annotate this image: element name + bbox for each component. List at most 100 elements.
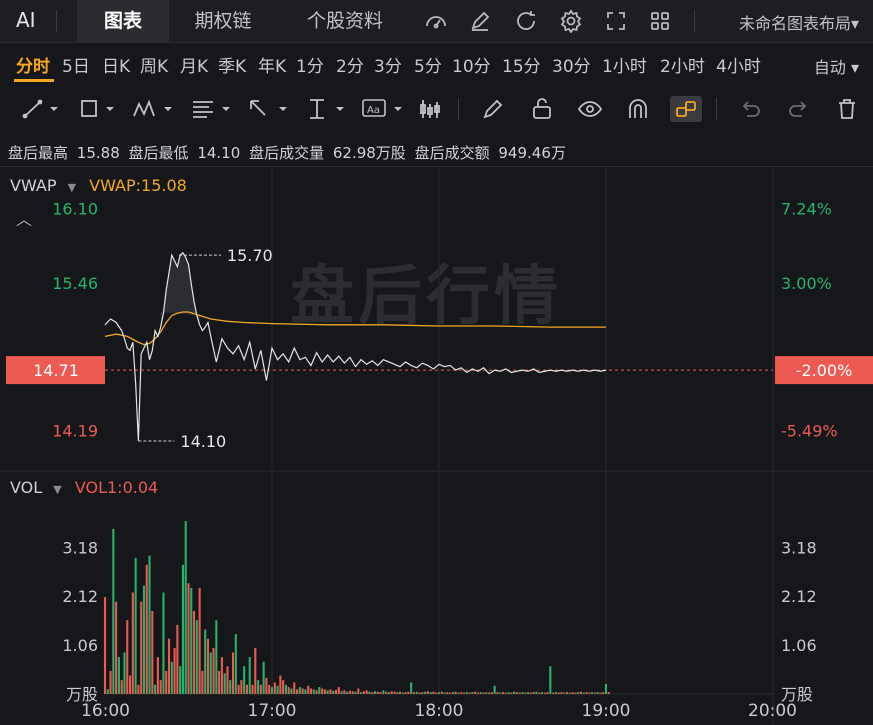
volume-bar bbox=[493, 685, 496, 694]
volume-bar bbox=[357, 688, 360, 694]
volume-bar bbox=[435, 692, 438, 694]
volume-bar bbox=[496, 692, 499, 694]
volume-bar bbox=[142, 585, 146, 694]
volume-bar bbox=[284, 684, 287, 694]
volume-bar bbox=[195, 620, 198, 694]
volume-bar bbox=[468, 692, 471, 694]
volume-bar bbox=[538, 692, 541, 694]
volume-bar bbox=[499, 692, 502, 694]
volume-bar bbox=[449, 692, 452, 694]
volume-bar bbox=[165, 670, 168, 694]
vol-y-tick-right: 2.12 bbox=[781, 587, 817, 606]
volume-bar bbox=[465, 692, 468, 694]
volume-bar bbox=[476, 692, 480, 694]
volume-bar bbox=[109, 670, 112, 694]
volume-bar bbox=[593, 692, 596, 694]
volume-bar bbox=[351, 691, 354, 694]
volume-bar bbox=[463, 692, 466, 694]
volume-bar bbox=[215, 620, 218, 694]
volume-bar bbox=[457, 692, 460, 694]
volume-bar bbox=[446, 692, 449, 694]
volume-bar bbox=[103, 597, 107, 694]
volume-bar bbox=[326, 690, 329, 694]
volume-bar bbox=[262, 661, 265, 694]
volume-bar bbox=[398, 691, 402, 694]
volume-bar bbox=[507, 692, 510, 694]
vol-y-tick-right: 3.18 bbox=[781, 538, 817, 557]
vol-unit-right: 万股 bbox=[781, 685, 813, 704]
volume-bar bbox=[510, 692, 513, 694]
y-tick-right: 7.24% bbox=[781, 200, 832, 219]
volume-bar bbox=[552, 692, 555, 694]
volume-bar bbox=[204, 629, 207, 694]
volume-bar bbox=[234, 634, 237, 694]
x-tick-label: 16:00 bbox=[81, 701, 130, 721]
volume-bar bbox=[270, 687, 274, 694]
volume-bar bbox=[218, 670, 221, 694]
volume-bar bbox=[318, 687, 321, 694]
y-tick-left: 14.19 bbox=[52, 422, 98, 441]
volume-bar bbox=[543, 692, 546, 694]
current-pct-label: -2.00% bbox=[796, 361, 853, 380]
volume-bar bbox=[454, 691, 457, 694]
volume-bar bbox=[424, 691, 427, 694]
volume-bar bbox=[229, 680, 232, 694]
x-tick-label: 19:00 bbox=[582, 701, 631, 721]
volume-bar bbox=[176, 624, 179, 694]
volume-bar bbox=[410, 682, 413, 694]
y-tick-left: 16.10 bbox=[52, 200, 98, 219]
volume-bar bbox=[479, 692, 482, 694]
volume-bar bbox=[301, 688, 304, 694]
volume-bar bbox=[179, 666, 182, 694]
volume-bar bbox=[385, 691, 388, 694]
volume-bar bbox=[332, 690, 335, 694]
vol-unit-left: 万股 bbox=[66, 685, 98, 704]
y-tick-right: -5.49% bbox=[781, 422, 838, 441]
volume-bar bbox=[156, 657, 159, 694]
volume-bar bbox=[237, 684, 240, 694]
volume-bar bbox=[571, 692, 574, 694]
volume-bar bbox=[226, 666, 229, 694]
volume-bar bbox=[268, 684, 271, 694]
volume-bar bbox=[362, 691, 365, 694]
volume-bar bbox=[443, 692, 446, 694]
volume-bar bbox=[371, 692, 374, 694]
volume-bar bbox=[415, 691, 418, 694]
volume-bar bbox=[591, 692, 594, 694]
volume-bar bbox=[323, 689, 326, 694]
volume-bar bbox=[187, 583, 190, 694]
volume-bar bbox=[488, 692, 491, 694]
volume-bar bbox=[532, 692, 535, 694]
volume-bar bbox=[471, 692, 474, 694]
volume-bar bbox=[184, 521, 187, 694]
volume-bar bbox=[162, 592, 165, 694]
volume-bar bbox=[212, 647, 215, 694]
volume-bar bbox=[190, 587, 193, 694]
volume-bar bbox=[337, 687, 340, 694]
volume-bar bbox=[527, 692, 530, 694]
volume-bar bbox=[181, 564, 184, 694]
volume-bar bbox=[151, 610, 154, 694]
volume-bar bbox=[329, 689, 332, 694]
volume-bar bbox=[117, 657, 120, 694]
volume-bar bbox=[577, 692, 580, 694]
volume-bar bbox=[287, 687, 290, 694]
volume-bar bbox=[524, 692, 527, 694]
volume-bar bbox=[112, 528, 115, 694]
volume-bar bbox=[154, 684, 157, 694]
vol-y-tick-left: 1.06 bbox=[62, 636, 98, 655]
intraday-chart[interactable]: 16:00 17:00 18:00 19:00 20:00 16.10 15.46 14.19… bbox=[0, 0, 873, 725]
x-tick-label: 18:00 bbox=[415, 701, 464, 721]
volume-bar bbox=[231, 652, 235, 694]
volume-bar bbox=[304, 689, 307, 694]
volume-bar bbox=[382, 690, 385, 694]
volume-bar bbox=[343, 690, 346, 694]
volume-bar bbox=[513, 691, 516, 694]
volume-bar bbox=[565, 692, 569, 694]
low-label: 14.10 bbox=[180, 432, 226, 451]
volume-bar bbox=[412, 692, 415, 694]
volume-bar bbox=[282, 680, 285, 694]
volume-bar bbox=[582, 692, 585, 694]
volume-bar bbox=[376, 691, 379, 694]
volume-bar bbox=[334, 689, 338, 694]
